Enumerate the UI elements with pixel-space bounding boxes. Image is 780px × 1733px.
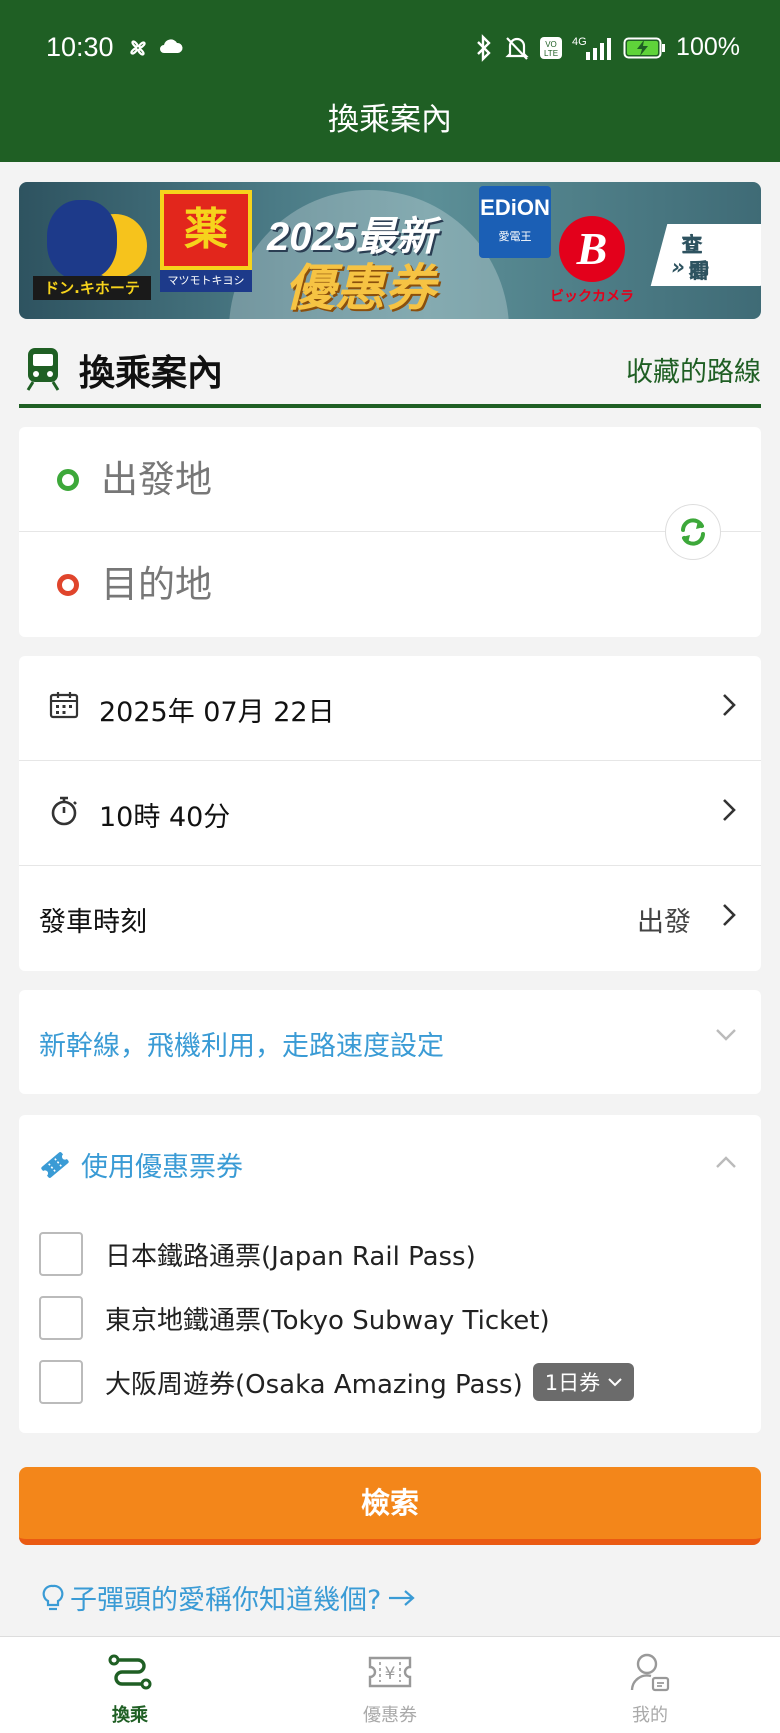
arrow-right-icon bbox=[389, 1589, 416, 1606]
chevron-up-icon[interactable] bbox=[715, 1155, 737, 1169]
stopwatch-icon bbox=[51, 796, 77, 826]
date-row[interactable]: 2025年 07月 22日 bbox=[19, 656, 761, 761]
chevron-right-icon bbox=[723, 799, 736, 821]
banner-cta-button[interactable]: 立即 查看 » bbox=[650, 224, 761, 286]
app-bar-title: 換乘案內 bbox=[328, 102, 452, 138]
pass-option-tokyo-subway[interactable]: 東京地鐵通票(Tokyo Subway Ticket) bbox=[39, 1295, 550, 1341]
swap-icon bbox=[681, 518, 705, 546]
edion-logo: EDiON 愛電王 bbox=[479, 186, 551, 258]
origin-dot-icon bbox=[57, 469, 79, 491]
coupon-icon: ¥ bbox=[368, 1656, 412, 1688]
donki-logo: ドン.キホーテ bbox=[33, 200, 151, 300]
calendar-icon bbox=[49, 692, 79, 719]
lightbulb-icon bbox=[42, 1584, 64, 1610]
signal-icon: 4G bbox=[572, 36, 612, 60]
status-left-icons bbox=[126, 36, 184, 60]
destination-dot-icon bbox=[57, 574, 79, 596]
departure-mode-row[interactable]: 發車時刻 出發 bbox=[19, 866, 761, 971]
pass-label: 東京地鐵通票(Tokyo Subway Ticket) bbox=[105, 1305, 550, 1336]
battery-charging-icon bbox=[623, 37, 666, 58]
search-button[interactable]: 檢索 bbox=[19, 1467, 761, 1545]
volte-icon: VOLTE bbox=[540, 36, 563, 59]
svg-text:¥: ¥ bbox=[385, 1664, 396, 1684]
discount-pass-header[interactable]: 使用優惠票券 bbox=[39, 1145, 243, 1184]
date-value: 2025年 07月 22日 bbox=[99, 697, 335, 728]
status-time: 10:30 bbox=[46, 32, 114, 62]
pass-label: 大阪周遊券(Osaka Amazing Pass) bbox=[105, 1369, 523, 1400]
banner-coupon-text: 優惠券 bbox=[285, 259, 435, 317]
svg-text:VO: VO bbox=[545, 40, 557, 49]
nav-coupons-label: 優惠券 bbox=[363, 1705, 417, 1726]
bic-camera-logo: B bbox=[559, 216, 625, 282]
fan-icon bbox=[130, 40, 146, 56]
tip-link[interactable]: 子彈頭的愛稱你知道幾個? bbox=[42, 1578, 417, 1617]
search-options-row[interactable]: 新幹線，飛機利用，走路速度設定 bbox=[19, 990, 761, 1094]
datetime-card: 2025年 07月 22日 10時 40分 發車時刻 出發 bbox=[19, 656, 761, 971]
profile-icon bbox=[630, 1653, 670, 1692]
search-options-label: 新幹線，飛機利用，走路速度設定 bbox=[39, 1031, 444, 1062]
cloud-icon bbox=[160, 39, 183, 53]
section-header: 換乘案內 收藏的路線 bbox=[19, 336, 761, 408]
section-title: 換乘案內 bbox=[79, 353, 224, 394]
nav-mine[interactable]: 我的 bbox=[590, 1647, 710, 1727]
status-right-icons: VO LTE 4G 100% bbox=[473, 33, 740, 62]
favorite-routes-link[interactable]: 收藏的路線 bbox=[626, 350, 761, 389]
origin-row[interactable] bbox=[19, 427, 761, 532]
nav-transfer[interactable]: 換乘 bbox=[70, 1647, 190, 1727]
departure-value: 出發 bbox=[637, 907, 691, 938]
app-bar: 換乘案內 bbox=[0, 92, 780, 162]
route-input-card bbox=[19, 427, 761, 637]
train-icon bbox=[26, 348, 60, 391]
promo-banner[interactable]: ドン.キホーテ 薬 マツモトキヨシ 2025最新 優惠券 EDiON 愛電王 B … bbox=[19, 182, 761, 319]
discount-pass-card: 使用優惠票券 日本鐵路通票(Japan Rail Pass) 東京地鐵通票(To… bbox=[19, 1115, 761, 1433]
pass-option-jr[interactable]: 日本鐵路通票(Japan Rail Pass) bbox=[39, 1231, 476, 1277]
nav-transfer-label: 換乘 bbox=[112, 1705, 148, 1726]
pass-checkbox[interactable] bbox=[39, 1360, 83, 1404]
pass-duration-value: 1日券 bbox=[544, 1371, 601, 1395]
bluetooth-icon bbox=[477, 33, 491, 62]
chevron-right-icon bbox=[723, 694, 736, 716]
discount-pass-title: 使用優惠票券 bbox=[81, 1152, 243, 1183]
pass-checkbox[interactable] bbox=[39, 1296, 83, 1340]
destination-row[interactable] bbox=[19, 532, 761, 637]
pass-option-osaka[interactable]: 大阪周遊券(Osaka Amazing Pass) 1日券 bbox=[39, 1359, 635, 1405]
chevron-right-icon bbox=[723, 904, 736, 926]
destination-input[interactable] bbox=[101, 554, 621, 614]
tip-text: 子彈頭的愛稱你知道幾個? bbox=[70, 1585, 382, 1616]
status-bar: 10:30 VO LTE 4G 100% bbox=[0, 0, 780, 92]
bic-camera-label: ビックカメラ bbox=[550, 289, 634, 305]
svg-text:LTE: LTE bbox=[544, 49, 558, 58]
battery-percent: 100% bbox=[676, 33, 740, 61]
departure-label: 發車時刻 bbox=[39, 907, 147, 938]
matsukiyo-label: マツモトキヨシ bbox=[160, 270, 252, 292]
route-icon bbox=[108, 1654, 152, 1690]
chevron-down-icon bbox=[608, 1378, 622, 1387]
pass-label: 日本鐵路通票(Japan Rail Pass) bbox=[105, 1241, 476, 1272]
swap-route-button[interactable] bbox=[665, 504, 721, 560]
svg-text:4G: 4G bbox=[572, 36, 587, 48]
pass-duration-select[interactable]: 1日券 bbox=[532, 1363, 635, 1401]
time-value: 10時 40分 bbox=[99, 802, 231, 833]
ticket-icon bbox=[41, 1151, 69, 1178]
nav-mine-label: 我的 bbox=[632, 1705, 668, 1726]
nav-coupons[interactable]: ¥ 優惠券 bbox=[330, 1647, 450, 1727]
mute-bell-icon bbox=[505, 36, 529, 60]
time-row[interactable]: 10時 40分 bbox=[19, 761, 761, 866]
matsukiyo-logo: 薬 bbox=[160, 190, 252, 270]
chevron-down-icon bbox=[716, 1029, 736, 1041]
pass-checkbox[interactable] bbox=[39, 1232, 83, 1276]
bottom-nav: 換乘 ¥ 優惠券 我的 bbox=[0, 1636, 780, 1733]
origin-input[interactable] bbox=[101, 449, 621, 509]
